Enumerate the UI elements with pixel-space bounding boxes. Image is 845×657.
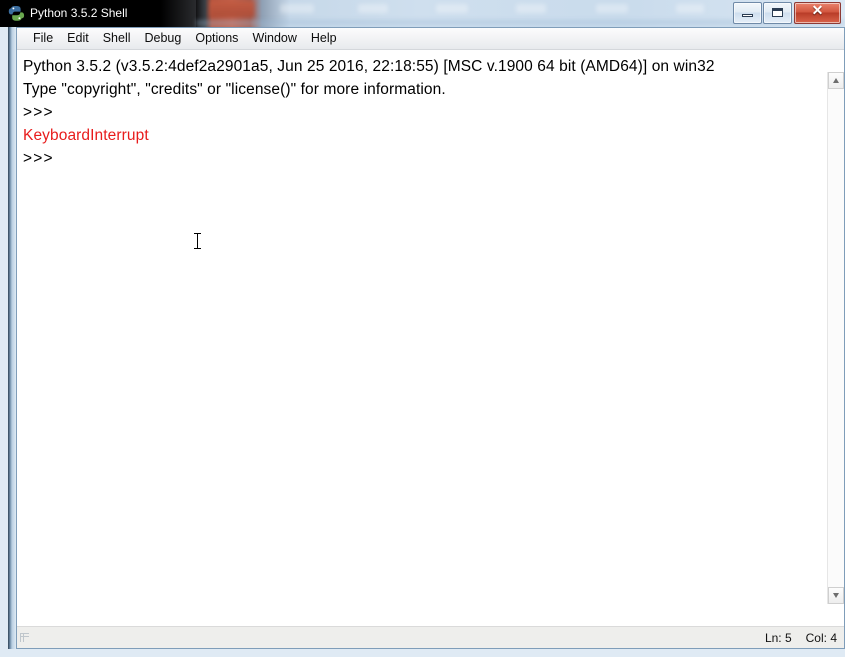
vertical-scrollbar[interactable] [827,72,844,604]
minimize-button[interactable] [733,2,762,24]
scrollbar-track[interactable] [828,89,844,587]
titlebar-glass-shape [280,4,314,13]
scroll-up-arrow-icon [833,78,839,83]
window-client-frame: File Edit Shell Debug Options Window Hel… [0,27,845,657]
titlebar-glass-shape [436,4,468,13]
shell-text-area[interactable]: Python 3.5.2 (v3.5.2:4def2a2901a5, Jun 2… [17,50,827,626]
menu-item-edit[interactable]: Edit [60,29,96,49]
shell-line-banner-1: Python 3.5.2 (v3.5.2:4def2a2901a5, Jun 2… [23,58,715,75]
titlebar-glass-shape [516,4,546,13]
close-icon: ✕ [811,4,824,19]
title-bar[interactable]: Python 3.5.2 Shell ✕ [0,0,845,27]
status-column-indicator: Col: 4 [805,630,837,645]
scrollbar-down-button[interactable] [828,587,844,604]
menu-item-window[interactable]: Window [245,29,303,49]
shell-output-region: Python 3.5.2 (v3.5.2:4def2a2901a5, Jun 2… [17,50,844,626]
window-controls: ✕ [732,2,841,24]
window-title: Python 3.5.2 Shell [30,6,128,20]
status-line-indicator: Ln: 5 [764,630,792,645]
titlebar-glass-shape [596,4,628,13]
scrollbar-up-button[interactable] [828,72,844,89]
shell-line-banner-2: Type "copyright", "credits" or "license(… [23,81,446,98]
text-cursor-icon [193,232,202,250]
window-client-inner: File Edit Shell Debug Options Window Hel… [16,27,845,649]
status-bar: Ln: 5 Col: 4 [17,626,844,648]
maximize-icon [772,8,783,17]
shell-error-line: KeyboardInterrupt [23,127,149,144]
menu-item-debug[interactable]: Debug [138,29,189,49]
python-idle-icon [8,5,25,22]
menu-item-shell[interactable]: Shell [96,29,138,49]
scroll-down-arrow-icon [833,593,839,598]
titlebar-glass-shape [676,4,704,13]
python-shell-window: Python 3.5.2 Shell ✕ File Edit Shell Deb… [0,0,845,657]
menu-bar: File Edit Shell Debug Options Window Hel… [17,28,844,50]
menu-item-options[interactable]: Options [188,29,245,49]
menu-item-file[interactable]: File [26,29,60,49]
close-button[interactable]: ✕ [794,2,841,24]
titlebar-glass-red-block [210,1,254,17]
minimize-icon [742,14,753,17]
shell-prompt-1: >>> [23,104,54,121]
titlebar-glass-shape [358,4,388,13]
resize-grip-icon [20,629,29,642]
shell-prompt-2: >>> [23,150,54,167]
menu-item-help[interactable]: Help [304,29,344,49]
maximize-restore-button[interactable] [763,2,792,24]
